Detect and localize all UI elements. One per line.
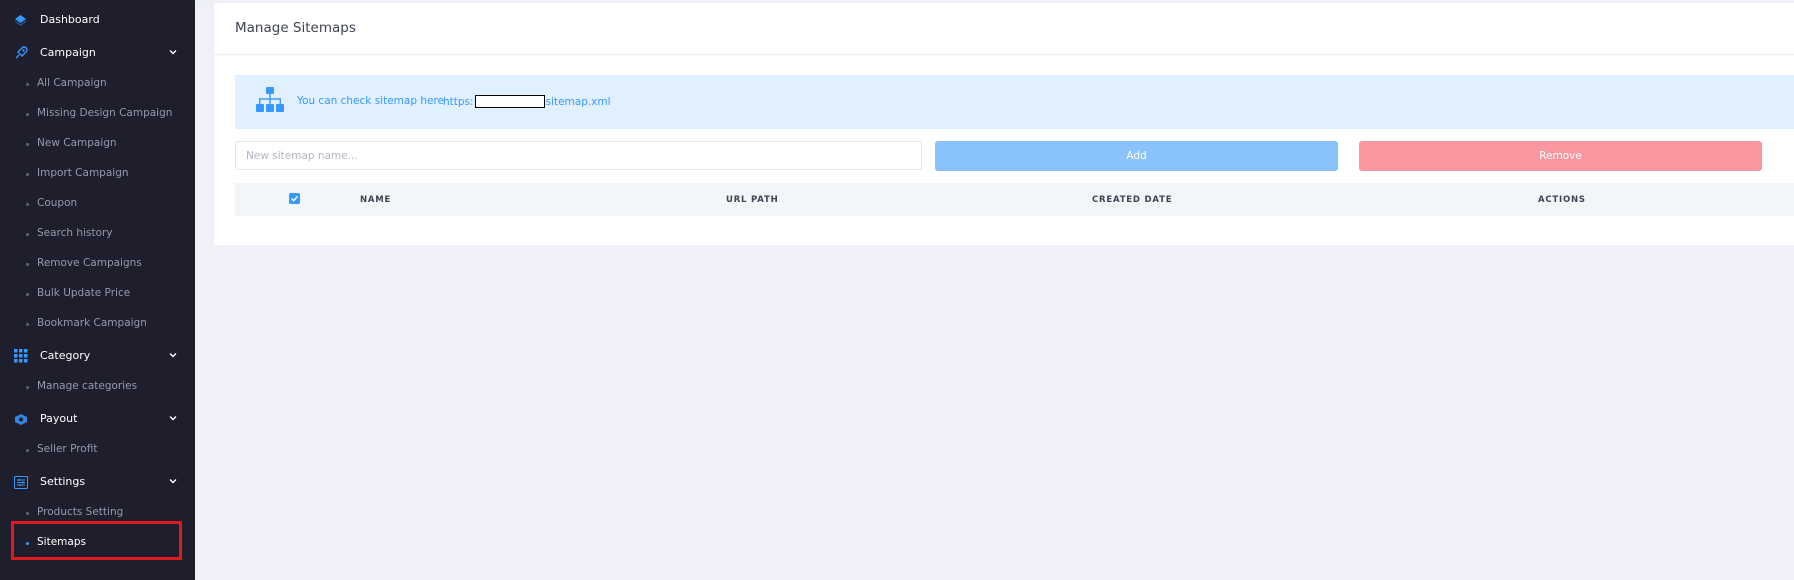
column-header-name[interactable]: NAME xyxy=(360,195,391,205)
sidebar-subitem-label: Missing Design Campaign xyxy=(37,107,173,119)
sidebar-subitem-label: Coupon xyxy=(37,197,78,209)
link-suffix: sitemap.xml xyxy=(545,95,611,108)
bullet-icon xyxy=(26,143,29,146)
link-prefix: https: xyxy=(443,95,474,108)
highlight-annotation-box xyxy=(11,521,182,560)
column-header-actions: ACTIONS xyxy=(1538,195,1586,205)
sidebar-subitem-bulk-update-price[interactable]: Bulk Update Price xyxy=(0,283,195,305)
bullet-icon xyxy=(26,386,29,389)
table-header: NAME URL PATH CREATED DATE ACTIONS xyxy=(235,183,1794,216)
add-button[interactable]: Add xyxy=(935,141,1338,171)
sidebar-item-dashboard[interactable]: Dashboard xyxy=(0,6,195,34)
layers-icon xyxy=(13,13,28,27)
sitemap-icon xyxy=(256,87,284,113)
sidebar-subitem-label: Remove Campaigns xyxy=(37,257,142,269)
sidebar-subitem-label: New Campaign xyxy=(37,137,117,149)
sidebar-subitem-search-history[interactable]: Search history xyxy=(0,223,195,245)
bullet-icon xyxy=(26,203,29,206)
page-title: Manage Sitemaps xyxy=(235,20,356,36)
chevron-down-icon xyxy=(168,476,178,486)
sidebar-subitem-label: Seller Profit xyxy=(37,443,98,455)
redacted-domain xyxy=(474,95,545,108)
bullet-icon xyxy=(26,323,29,326)
sidebar-subitem-missing-design-campaign[interactable]: Missing Design Campaign xyxy=(0,103,195,125)
sidebar-subitem-all-campaign[interactable]: All Campaign xyxy=(0,73,195,95)
sidebar-subitem-manage-categories[interactable]: Manage categories xyxy=(0,376,195,398)
sidebar-item-label: Dashboard xyxy=(40,13,100,26)
bullet-icon xyxy=(26,113,29,116)
sidebar-subitem-import-campaign[interactable]: Import Campaign xyxy=(0,163,195,185)
bullet-icon xyxy=(26,173,29,176)
sidebar-subitem-new-campaign[interactable]: New Campaign xyxy=(0,133,195,155)
bullet-icon xyxy=(26,293,29,296)
bullet-icon xyxy=(26,83,29,86)
sidebar-subitem-label: All Campaign xyxy=(37,77,107,89)
money-icon xyxy=(13,412,28,426)
sidebar: Dashboard Campaign All Campaign Missing … xyxy=(0,0,195,580)
sitemap-name-input[interactable] xyxy=(235,141,922,170)
sidebar-subitem-label: Bookmark Campaign xyxy=(37,317,147,329)
sidebar-subitem-coupon[interactable]: Coupon xyxy=(0,193,195,215)
settings-sliders-icon xyxy=(13,475,28,489)
sidebar-item-label: Campaign xyxy=(40,46,96,59)
sidebar-item-campaign[interactable]: Campaign xyxy=(0,39,195,67)
sidebar-subitem-seller-profit[interactable]: Seller Profit xyxy=(0,439,195,461)
info-text: You can check sitemap here xyxy=(297,95,445,107)
chevron-down-icon xyxy=(168,47,178,57)
sidebar-item-payout[interactable]: Payout xyxy=(0,405,195,433)
chevron-down-icon xyxy=(168,413,178,423)
sidebar-item-label: Settings xyxy=(40,475,86,488)
sidebar-item-settings[interactable]: Settings xyxy=(0,468,195,496)
bullet-icon xyxy=(26,233,29,236)
grid-icon xyxy=(13,349,28,363)
sidebar-item-category[interactable]: Category xyxy=(0,342,195,370)
sidebar-subitem-label: Manage categories xyxy=(37,380,138,392)
column-header-url-path[interactable]: URL PATH xyxy=(726,195,779,205)
bullet-icon xyxy=(26,263,29,266)
sitemaps-card: Manage Sitemaps You can check sitemap he… xyxy=(214,3,1794,245)
sidebar-subitem-remove-campaigns[interactable]: Remove Campaigns xyxy=(0,253,195,275)
chevron-down-icon xyxy=(168,350,178,360)
sidebar-subitem-label: Products Setting xyxy=(37,506,124,518)
bullet-icon xyxy=(26,449,29,452)
card-header: Manage Sitemaps xyxy=(214,3,1794,55)
bullet-icon xyxy=(26,512,29,515)
sitemap-link[interactable]: https: sitemap.xml xyxy=(443,95,611,108)
sidebar-item-label: Payout xyxy=(40,412,78,425)
info-banner: You can check sitemap here https: sitema… xyxy=(235,75,1794,129)
check-icon xyxy=(290,195,299,202)
sidebar-subitem-label: Search history xyxy=(37,227,113,239)
remove-button[interactable]: Remove xyxy=(1359,141,1762,171)
sidebar-subitem-bookmark-campaign[interactable]: Bookmark Campaign xyxy=(0,313,195,335)
select-all-checkbox[interactable] xyxy=(289,193,300,204)
sidebar-subitem-label: Import Campaign xyxy=(37,167,129,179)
column-header-created-date[interactable]: CREATED DATE xyxy=(1092,195,1172,205)
sidebar-subitem-label: Bulk Update Price xyxy=(37,287,131,299)
rocket-icon xyxy=(13,46,28,60)
sidebar-item-label: Category xyxy=(40,349,91,362)
